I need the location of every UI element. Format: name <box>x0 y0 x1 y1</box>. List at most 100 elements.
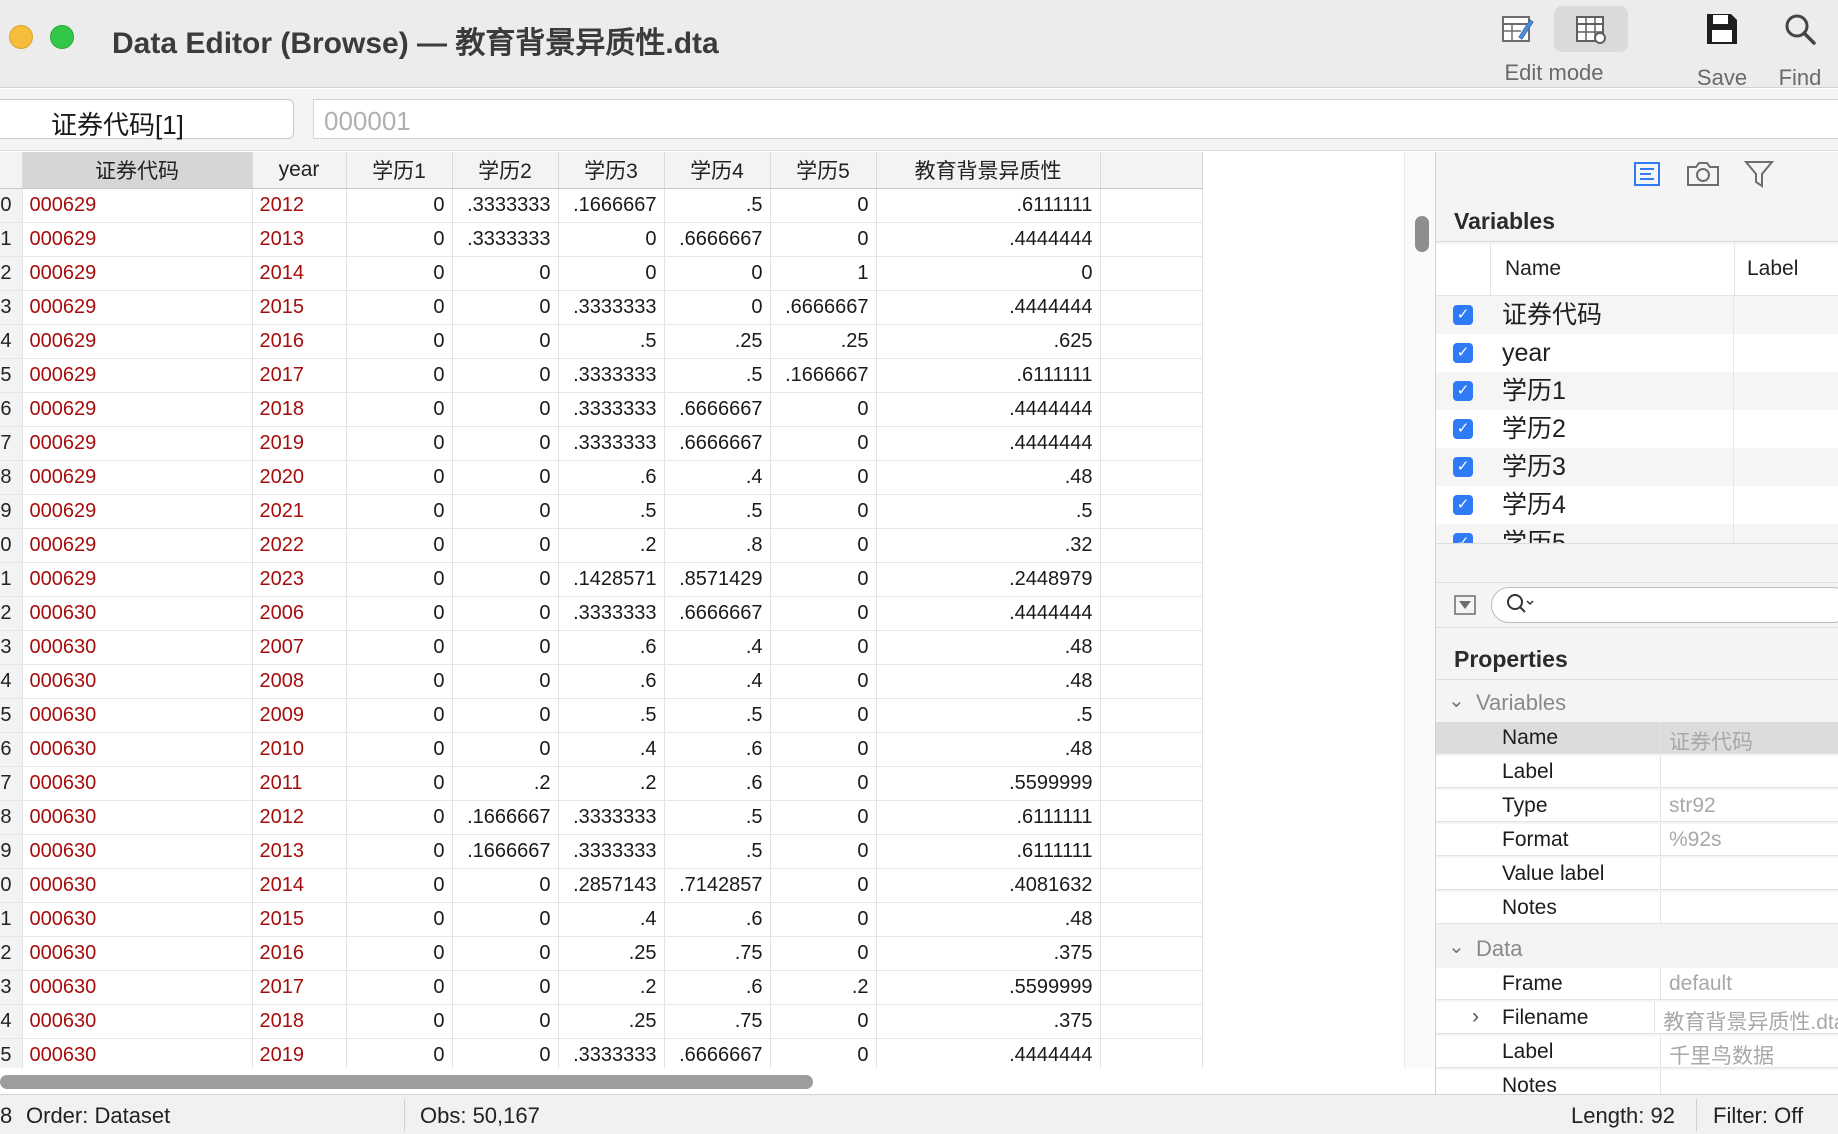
variable-checkbox[interactable]: ✓ <box>1453 495 1473 515</box>
table-cell[interactable]: 0 <box>452 562 559 597</box>
property-value[interactable]: 证券代码 <box>1661 722 1753 753</box>
variable-checkbox[interactable]: ✓ <box>1453 419 1473 439</box>
table-cell[interactable]: .6 <box>558 460 665 495</box>
table-cell[interactable]: .48 <box>876 732 1101 767</box>
table-cell[interactable]: .32 <box>876 528 1101 563</box>
table-cell[interactable]: 0 <box>346 222 453 257</box>
table-cell[interactable]: 0 <box>346 290 453 325</box>
table-cell[interactable]: .2 <box>770 970 877 1005</box>
row-number[interactable]: 2 <box>0 936 23 971</box>
table-cell[interactable]: 0 <box>770 1038 877 1068</box>
column-header[interactable]: 学历1 <box>346 152 453 189</box>
table-cell[interactable]: 2012 <box>252 188 347 223</box>
table-cell[interactable]: 0 <box>346 800 453 835</box>
table-cell[interactable]: 000630 <box>22 732 253 767</box>
table-cell[interactable]: 0 <box>770 596 877 631</box>
row-number[interactable]: 7 <box>0 426 23 461</box>
column-header[interactable]: 学历5 <box>770 152 877 189</box>
table-cell[interactable]: 000630 <box>22 800 253 835</box>
table-cell[interactable]: .2857143 <box>558 868 665 903</box>
table-cell[interactable]: 0 <box>770 732 877 767</box>
table-cell[interactable]: 0 <box>452 392 559 427</box>
vertical-scroll-thumb[interactable] <box>1415 216 1429 252</box>
row-number[interactable]: 2 <box>0 596 23 631</box>
table-cell[interactable]: 2008 <box>252 664 347 699</box>
table-cell[interactable]: .1666667 <box>770 358 877 393</box>
row-number[interactable]: 1 <box>0 222 23 257</box>
table-cell[interactable]: 000629 <box>22 528 253 563</box>
table-cell[interactable]: 2006 <box>252 596 347 631</box>
variable-row[interactable]: ✓ 学历2 <box>1436 410 1838 448</box>
table-cell[interactable]: 0 <box>346 528 453 563</box>
edit-mode-button[interactable]: Edit mode <box>1480 6 1628 86</box>
column-header[interactable]: 学历3 <box>558 152 665 189</box>
row-number[interactable]: 0 <box>0 188 23 223</box>
table-cell[interactable]: .5 <box>664 834 771 869</box>
row-number[interactable]: 6 <box>0 732 23 767</box>
property-value[interactable] <box>1661 858 1669 889</box>
variable-row[interactable]: ✓ 学历1 <box>1436 372 1838 410</box>
property-value[interactable]: %92s <box>1661 824 1722 855</box>
table-cell[interactable]: .5 <box>876 698 1101 733</box>
variables-list[interactable]: Name Label ✓ 证券代码 ✓ year ✓ 学历1 ✓ 学历2 ✓ 学历3 ✓ 学历4 ✓ 学历… <box>1436 244 1838 544</box>
property-row[interactable]: Label 千里鸟数据 <box>1436 1036 1838 1068</box>
table-cell[interactable]: .6 <box>558 630 665 665</box>
property-row[interactable]: Notes <box>1436 892 1838 924</box>
row-number[interactable]: 6 <box>0 392 23 427</box>
table-cell[interactable]: 0 <box>346 494 453 529</box>
table-cell[interactable]: 0 <box>346 358 453 393</box>
table-cell[interactable]: 0 <box>452 494 559 529</box>
table-cell[interactable]: 2017 <box>252 970 347 1005</box>
table-cell[interactable]: .5 <box>558 698 665 733</box>
table-cell[interactable]: .5 <box>664 800 771 835</box>
variable-checkbox[interactable]: ✓ <box>1453 533 1473 543</box>
table-row[interactable]: 6 000630 2010 0 0.4.6 0.48 <box>0 732 1203 767</box>
row-number[interactable]: 0 <box>0 868 23 903</box>
property-row[interactable]: › Filename 教育背景异质性.dta <box>1436 1002 1838 1034</box>
table-cell[interactable]: .25 <box>770 324 877 359</box>
table-cell[interactable]: .5 <box>558 494 665 529</box>
table-cell[interactable]: 0 <box>558 256 665 291</box>
table-cell[interactable]: 0 <box>346 630 453 665</box>
variable-row[interactable]: ✓ year <box>1436 334 1838 372</box>
table-cell[interactable]: 0 <box>452 902 559 937</box>
table-cell[interactable]: .2448979 <box>876 562 1101 597</box>
table-cell[interactable]: 0 <box>770 800 877 835</box>
row-number[interactable]: 4 <box>0 664 23 699</box>
grid-corner-cell[interactable] <box>0 152 23 189</box>
table-cell[interactable]: 0 <box>770 936 877 971</box>
table-cell[interactable]: 0 <box>770 766 877 801</box>
row-number[interactable]: 9 <box>0 834 23 869</box>
table-cell[interactable]: 2019 <box>252 426 347 461</box>
table-cell[interactable]: 0 <box>346 188 453 223</box>
table-row[interactable]: 0 000629 2012 0.3333333.1666667.5 0.6111111 <box>0 188 1203 223</box>
row-number[interactable]: 5 <box>0 1038 23 1068</box>
table-cell[interactable]: 0 <box>452 1004 559 1039</box>
table-cell[interactable]: .48 <box>876 664 1101 699</box>
variable-row[interactable]: ✓ 证券代码 <box>1436 296 1838 334</box>
table-cell[interactable]: 0 <box>452 868 559 903</box>
table-cell[interactable]: 0 <box>346 426 453 461</box>
table-cell[interactable]: 0 <box>452 324 559 359</box>
table-cell[interactable]: 000630 <box>22 766 253 801</box>
table-row[interactable]: 9 000630 2013 0.1666667.3333333.5 0.6111111 <box>0 834 1203 869</box>
table-cell[interactable]: .6666667 <box>664 1038 771 1068</box>
column-header[interactable]: 学历2 <box>452 152 559 189</box>
table-cell[interactable]: 0 <box>346 664 453 699</box>
table-cell[interactable]: 0 <box>664 290 771 325</box>
table-row[interactable]: 0 000630 2014 0 0.2857143.7142857 0.4081632 <box>0 868 1203 903</box>
table-cell[interactable]: .4444444 <box>876 392 1101 427</box>
table-cell[interactable]: 000629 <box>22 494 253 529</box>
table-cell[interactable]: 0 <box>452 936 559 971</box>
table-cell[interactable]: 0 <box>346 256 453 291</box>
table-cell[interactable]: 0 <box>346 596 453 631</box>
table-cell[interactable]: 000630 <box>22 664 253 699</box>
table-cell[interactable]: .6111111 <box>876 188 1101 223</box>
table-row[interactable]: 1 000630 2015 0 0.4.6 0.48 <box>0 902 1203 937</box>
table-cell[interactable]: 000630 <box>22 936 253 971</box>
table-cell[interactable]: 000629 <box>22 460 253 495</box>
properties-data-group[interactable]: ⌄ Data <box>1436 928 1838 968</box>
table-cell[interactable]: 0 <box>770 392 877 427</box>
property-value[interactable] <box>1661 1070 1669 1094</box>
table-cell[interactable]: .8 <box>664 528 771 563</box>
